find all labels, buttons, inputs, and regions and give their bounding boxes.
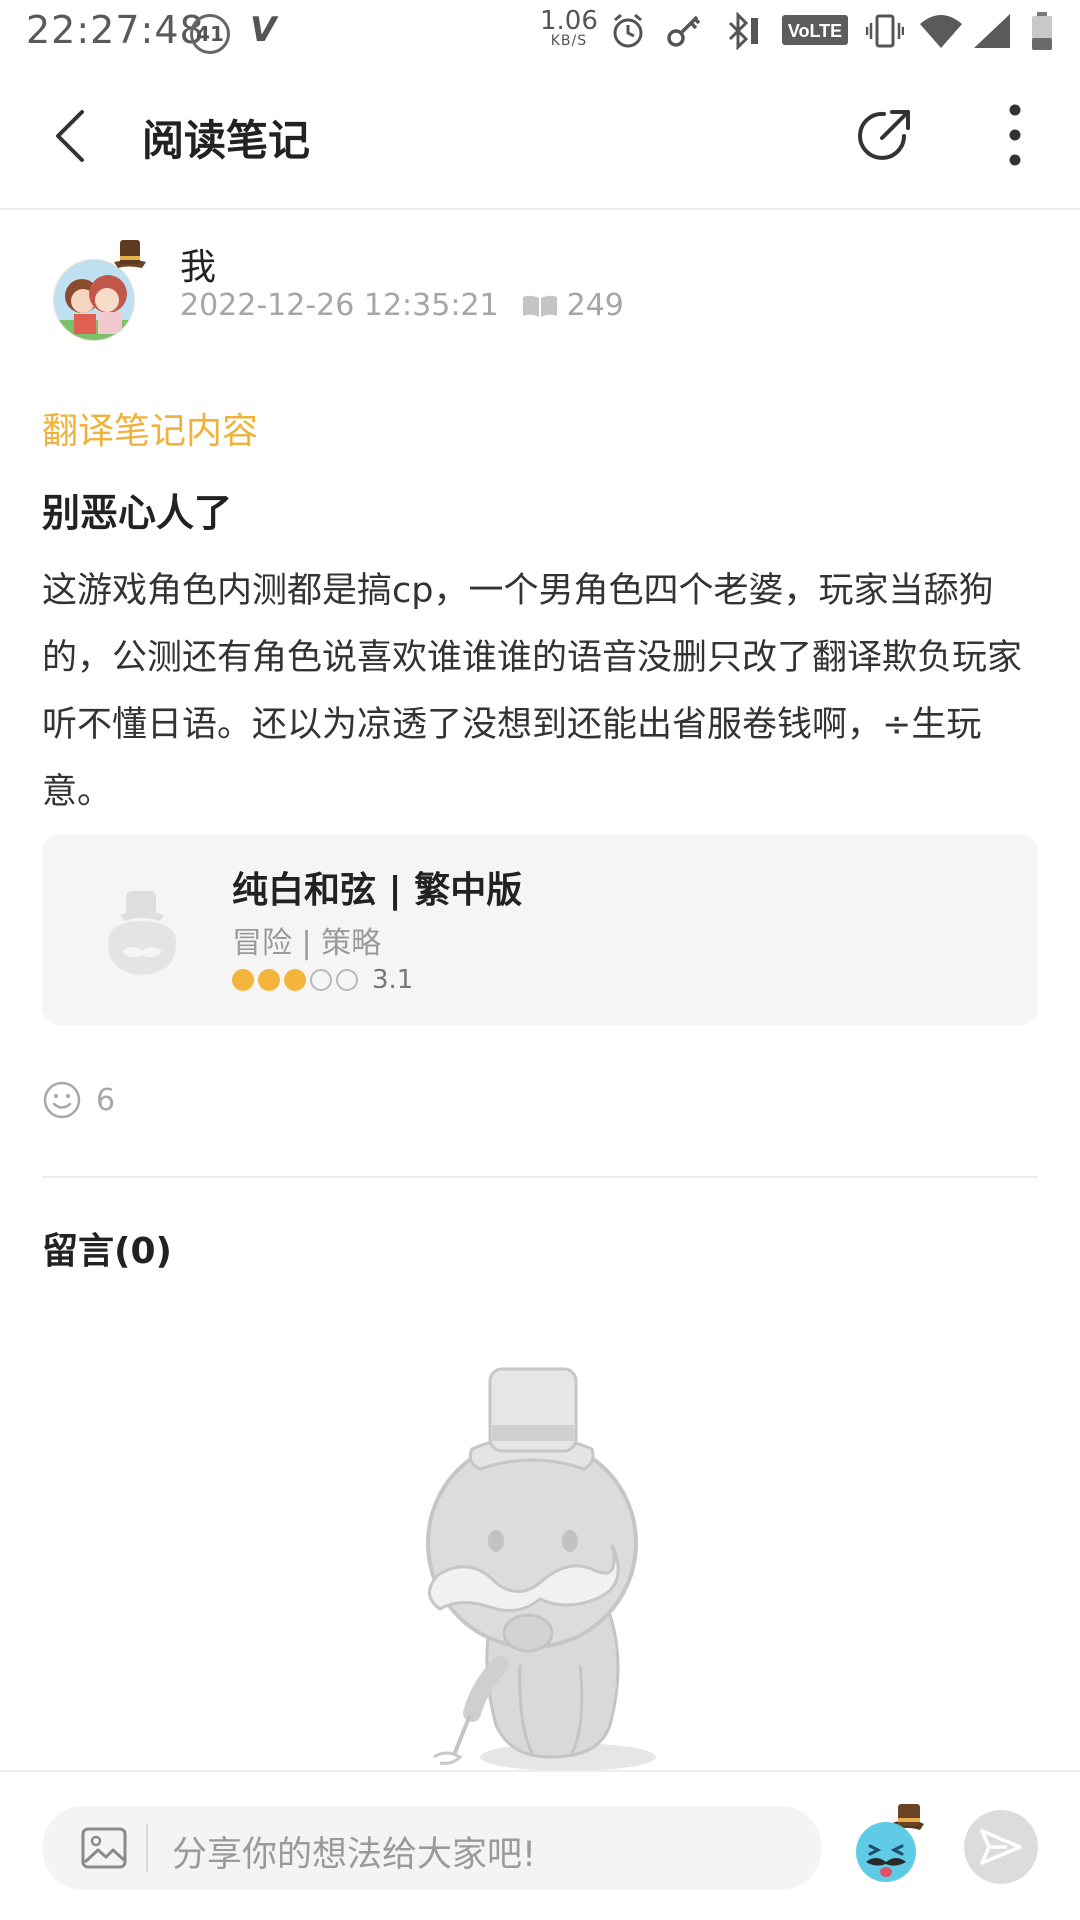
rating-face-empty-icon: [336, 969, 358, 991]
battery-icon: [1032, 12, 1052, 50]
signal-icon: [974, 14, 1010, 48]
view-count: 249: [566, 288, 624, 323]
comment-input[interactable]: 分享你的想法给大家吧!: [42, 1806, 822, 1890]
like-row[interactable]: 6: [42, 1080, 115, 1120]
app-bar: 阅读笔记: [0, 62, 1080, 210]
author-name[interactable]: 我: [180, 238, 216, 290]
avatar[interactable]: [52, 234, 148, 344]
volte-icon: VoLTE: [782, 15, 848, 45]
input-separator: [146, 1824, 148, 1872]
rating-face-filled-icon: [232, 969, 254, 991]
game-rating: 3.1: [232, 965, 413, 995]
network-speed-value: 1.06: [540, 6, 598, 36]
author-meta: 2022-12-26 12:35:21 249: [180, 288, 624, 323]
emoji-mascot-icon[interactable]: [852, 1802, 926, 1882]
svg-text:VoLTE: VoLTE: [788, 21, 842, 41]
rating-faces: [232, 969, 362, 991]
bluetooth-icon: [728, 12, 758, 50]
network-speed: 1.06 KB/S: [540, 8, 598, 48]
post-body: 这游戏角色内测都是搞cp，一个男角色四个老婆，玩家当舔狗的，公测还有角色说喜欢谁…: [42, 571, 1023, 812]
rating-face-empty-icon: [310, 969, 332, 991]
v-app-icon: V: [250, 10, 277, 50]
comment-composer-bar: 分享你的想法给大家吧!: [0, 1770, 1080, 1920]
game-tags: 冒险 | 策略: [232, 926, 382, 961]
status-bar: 22:27:48 41 V 1.06 KB/S VoLTE: [0, 0, 1080, 62]
wifi-icon: [920, 15, 962, 48]
rating-score: 3.1: [372, 965, 414, 995]
game-card[interactable]: 纯白和弦 | 繁中版 冒险 | 策略 3.1: [42, 835, 1038, 1025]
status-time: 22:27:48: [26, 8, 205, 52]
key-icon: [667, 15, 701, 47]
page-title: 阅读笔记: [142, 116, 311, 165]
share-icon[interactable]: [856, 104, 916, 164]
alarm-icon: [613, 13, 643, 48]
send-button[interactable]: [964, 1810, 1038, 1884]
post-title: 别恶心人了: [42, 491, 233, 535]
post-datetime: 2022-12-26 12:35:21: [180, 288, 499, 323]
network-speed-unit: KB/S: [550, 33, 588, 49]
vibrate-icon: [866, 14, 904, 48]
smile-icon[interactable]: [42, 1080, 82, 1120]
more-options-icon[interactable]: [1000, 102, 1030, 168]
empty-state-mascot-icon: [426, 1367, 656, 1770]
comments-title: 留言(0): [42, 1231, 172, 1272]
rating-face-filled-icon: [258, 969, 280, 991]
comment-placeholder: 分享你的想法给大家吧!: [172, 1835, 537, 1875]
open-book-icon: [522, 295, 557, 317]
divider: [42, 1176, 1038, 1178]
send-icon: [980, 1829, 1022, 1865]
rating-face-filled-icon: [284, 969, 306, 991]
image-picker-icon[interactable]: [80, 1826, 128, 1870]
game-name: 纯白和弦 | 繁中版: [232, 870, 523, 911]
translated-note-label: 翻译笔记内容: [42, 411, 259, 452]
game-placeholder-icon: [108, 891, 176, 975]
notification-count-icon: 41: [190, 14, 230, 54]
back-arrow-icon[interactable]: [48, 106, 94, 166]
like-count: 6: [96, 1082, 116, 1118]
